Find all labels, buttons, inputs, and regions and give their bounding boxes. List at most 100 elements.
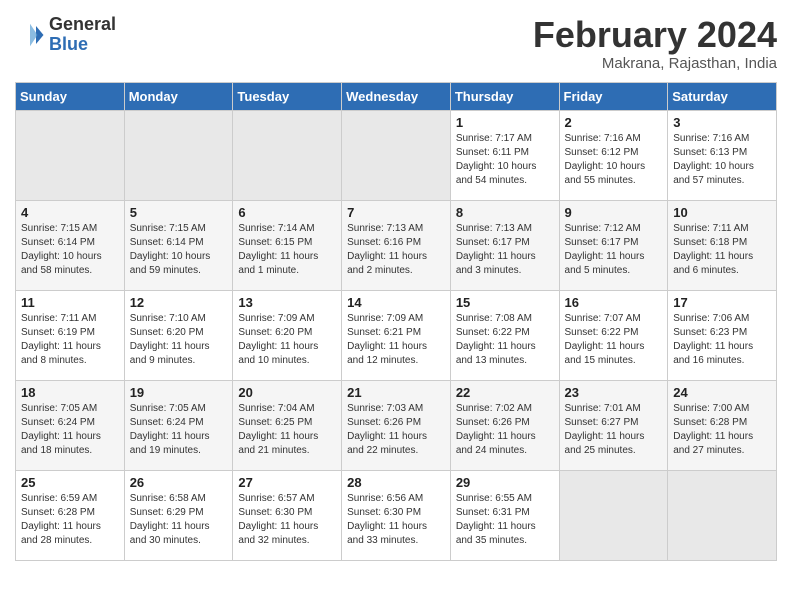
day-cell: 4 Sunrise: 7:15 AMSunset: 6:14 PMDaylight… <box>16 200 125 290</box>
day-cell: 18 Sunrise: 7:05 AMSunset: 6:24 PMDayligh… <box>16 380 125 470</box>
day-info: Sunrise: 7:07 AMSunset: 6:22 PMDaylight:… <box>565 312 663 368</box>
day-cell: 9Sunrise: 7:12 AMSunset: 6:17 PMDaylight… <box>559 200 668 290</box>
day-info: Sunrise: 6:57 AMSunset: 6:30 PMDaylight:… <box>238 492 336 548</box>
day-cell: 24 Sunrise: 7:00 AMSunset: 6:28 PMDayligh… <box>668 380 777 470</box>
day-cell: 20Sunrise: 7:04 AMSunset: 6:25 PMDayligh… <box>233 380 342 470</box>
day-cell: 11 Sunrise: 7:11 AMSunset: 6:19 PMDayligh… <box>16 290 125 380</box>
day-number: 3 <box>673 115 771 130</box>
day-cell: 23Sunrise: 7:01 AMSunset: 6:27 PMDayligh… <box>559 380 668 470</box>
day-cell: 3 Sunrise: 7:16 AMSunset: 6:13 PMDaylight… <box>668 110 777 200</box>
day-number: 24 <box>673 385 771 400</box>
day-info: Sunrise: 7:17 AMSunset: 6:11 PMDaylight:… <box>456 132 554 188</box>
day-number: 21 <box>347 385 445 400</box>
day-number: 10 <box>673 205 771 220</box>
page-header: General Blue February 2024 Makrana, Raja… <box>15 15 777 72</box>
day-info: Sunrise: 7:15 AMSunset: 6:14 PMDaylight:… <box>21 222 119 278</box>
day-number: 23 <box>565 385 663 400</box>
day-cell: 12 Sunrise: 7:10 AMSunset: 6:20 PMDayligh… <box>124 290 233 380</box>
day-number: 25 <box>21 475 119 490</box>
day-cell: 16 Sunrise: 7:07 AMSunset: 6:22 PMDayligh… <box>559 290 668 380</box>
header-cell-saturday: Saturday <box>668 82 777 110</box>
day-cell: 7Sunrise: 7:13 AMSunset: 6:16 PMDaylight… <box>342 200 451 290</box>
day-number: 17 <box>673 295 771 310</box>
logo-general-text: General <box>49 15 116 35</box>
day-cell: 2Sunrise: 7:16 AMSunset: 6:12 PMDaylight… <box>559 110 668 200</box>
day-info: Sunrise: 7:13 AMSunset: 6:17 PMDaylight:… <box>456 222 554 278</box>
day-cell: 5Sunrise: 7:15 AMSunset: 6:14 PMDaylight… <box>124 200 233 290</box>
day-number: 18 <box>21 385 119 400</box>
day-number: 28 <box>347 475 445 490</box>
header-cell-sunday: Sunday <box>16 82 125 110</box>
day-cell: 19 Sunrise: 7:05 AMSunset: 6:24 PMDayligh… <box>124 380 233 470</box>
day-cell: 14 Sunrise: 7:09 AMSunset: 6:21 PMDayligh… <box>342 290 451 380</box>
day-info: Sunrise: 7:10 AMSunset: 6:20 PMDaylight:… <box>130 312 228 368</box>
day-cell: 13 Sunrise: 7:09 AMSunset: 6:20 PMDayligh… <box>233 290 342 380</box>
day-cell: 21Sunrise: 7:03 AMSunset: 6:26 PMDayligh… <box>342 380 451 470</box>
day-info: Sunrise: 7:15 AMSunset: 6:14 PMDaylight:… <box>130 222 228 278</box>
week-row-4: 25Sunrise: 6:59 AMSunset: 6:28 PMDayligh… <box>16 470 777 560</box>
day-number: 6 <box>238 205 336 220</box>
day-number: 26 <box>130 475 228 490</box>
day-number: 16 <box>565 295 663 310</box>
day-number: 4 <box>21 205 119 220</box>
day-info: Sunrise: 7:08 AMSunset: 6:22 PMDaylight:… <box>456 312 554 368</box>
day-info: Sunrise: 7:16 AMSunset: 6:13 PMDaylight:… <box>673 132 771 188</box>
day-cell: 17 Sunrise: 7:06 AMSunset: 6:23 PMDayligh… <box>668 290 777 380</box>
day-info: Sunrise: 7:06 AMSunset: 6:23 PMDaylight:… <box>673 312 771 368</box>
day-number: 2 <box>565 115 663 130</box>
day-cell: 27 Sunrise: 6:57 AMSunset: 6:30 PMDayligh… <box>233 470 342 560</box>
day-number: 8 <box>456 205 554 220</box>
week-row-0: 1Sunrise: 7:17 AMSunset: 6:11 PMDaylight… <box>16 110 777 200</box>
day-info: Sunrise: 7:04 AMSunset: 6:25 PMDaylight:… <box>238 402 336 458</box>
calendar-body: 1Sunrise: 7:17 AMSunset: 6:11 PMDaylight… <box>16 110 777 560</box>
logo-icon <box>15 20 45 50</box>
logo-text: General Blue <box>49 15 116 55</box>
day-cell: 26 Sunrise: 6:58 AMSunset: 6:29 PMDayligh… <box>124 470 233 560</box>
header-cell-tuesday: Tuesday <box>233 82 342 110</box>
day-cell: 15 Sunrise: 7:08 AMSunset: 6:22 PMDayligh… <box>450 290 559 380</box>
day-number: 9 <box>565 205 663 220</box>
day-number: 14 <box>347 295 445 310</box>
day-number: 11 <box>21 295 119 310</box>
day-cell: 25Sunrise: 6:59 AMSunset: 6:28 PMDayligh… <box>16 470 125 560</box>
day-number: 13 <box>238 295 336 310</box>
day-info: Sunrise: 7:00 AMSunset: 6:28 PMDaylight:… <box>673 402 771 458</box>
day-number: 12 <box>130 295 228 310</box>
logo-blue-text: Blue <box>49 35 116 55</box>
day-info: Sunrise: 7:05 AMSunset: 6:24 PMDaylight:… <box>130 402 228 458</box>
day-cell <box>342 110 451 200</box>
day-cell: 1Sunrise: 7:17 AMSunset: 6:11 PMDaylight… <box>450 110 559 200</box>
day-number: 19 <box>130 385 228 400</box>
day-number: 27 <box>238 475 336 490</box>
day-number: 22 <box>456 385 554 400</box>
header-cell-friday: Friday <box>559 82 668 110</box>
day-cell <box>559 470 668 560</box>
day-info: Sunrise: 6:58 AMSunset: 6:29 PMDaylight:… <box>130 492 228 548</box>
day-info: Sunrise: 7:11 AMSunset: 6:18 PMDaylight:… <box>673 222 771 278</box>
week-row-2: 11 Sunrise: 7:11 AMSunset: 6:19 PMDayligh… <box>16 290 777 380</box>
month-title: February 2024 <box>533 15 777 55</box>
day-number: 15 <box>456 295 554 310</box>
day-info: Sunrise: 6:56 AMSunset: 6:30 PMDaylight:… <box>347 492 445 548</box>
header-row: SundayMondayTuesdayWednesdayThursdayFrid… <box>16 82 777 110</box>
calendar-header: SundayMondayTuesdayWednesdayThursdayFrid… <box>16 82 777 110</box>
day-info: Sunrise: 7:05 AMSunset: 6:24 PMDaylight:… <box>21 402 119 458</box>
week-row-3: 18 Sunrise: 7:05 AMSunset: 6:24 PMDayligh… <box>16 380 777 470</box>
day-cell <box>668 470 777 560</box>
day-info: Sunrise: 6:55 AMSunset: 6:31 PMDaylight:… <box>456 492 554 548</box>
day-cell: 29Sunrise: 6:55 AMSunset: 6:31 PMDayligh… <box>450 470 559 560</box>
location: Makrana, Rajasthan, India <box>533 55 777 72</box>
title-area: February 2024 Makrana, Rajasthan, India <box>533 15 777 72</box>
day-info: Sunrise: 7:09 AMSunset: 6:21 PMDaylight:… <box>347 312 445 368</box>
day-cell <box>233 110 342 200</box>
day-cell: 8 Sunrise: 7:13 AMSunset: 6:17 PMDaylight… <box>450 200 559 290</box>
day-cell: 6 Sunrise: 7:14 AMSunset: 6:15 PMDaylight… <box>233 200 342 290</box>
day-cell <box>124 110 233 200</box>
day-info: Sunrise: 7:13 AMSunset: 6:16 PMDaylight:… <box>347 222 445 278</box>
day-info: Sunrise: 7:11 AMSunset: 6:19 PMDaylight:… <box>21 312 119 368</box>
day-cell: 10 Sunrise: 7:11 AMSunset: 6:18 PMDayligh… <box>668 200 777 290</box>
logo: General Blue <box>15 15 116 55</box>
week-row-1: 4 Sunrise: 7:15 AMSunset: 6:14 PMDaylight… <box>16 200 777 290</box>
day-info: Sunrise: 7:09 AMSunset: 6:20 PMDaylight:… <box>238 312 336 368</box>
day-info: Sunrise: 7:14 AMSunset: 6:15 PMDaylight:… <box>238 222 336 278</box>
